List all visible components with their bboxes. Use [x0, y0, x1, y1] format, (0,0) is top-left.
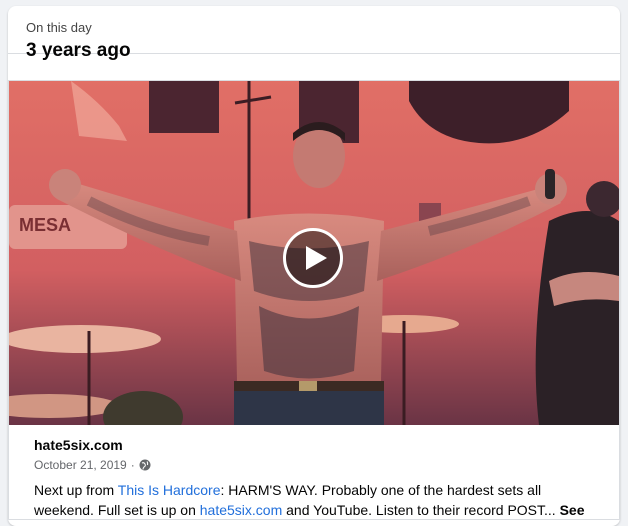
post-text-part3: and YouTube. Listen to their record POST…: [282, 502, 560, 518]
memory-card: On this day 3 years ago MESA hate5six.co…: [8, 6, 620, 526]
memory-label: On this day: [26, 20, 92, 35]
post-details: hate5six.com October 21, 2019 · Next up …: [34, 436, 604, 526]
play-button[interactable]: [283, 228, 343, 288]
stage-sign-text: MESA: [19, 215, 71, 235]
play-icon: [305, 246, 327, 270]
post-date[interactable]: October 21, 2019: [34, 458, 127, 472]
memory-title: 3 years ago: [26, 40, 131, 61]
shared-post: MESA hate5six.com October 21, 2019 · Nex…: [8, 80, 620, 526]
date-separator: ·: [130, 458, 135, 472]
website-link-hate5six[interactable]: hate5six.com: [200, 502, 282, 518]
video-thumbnail[interactable]: MESA: [9, 81, 619, 425]
post-site-name[interactable]: hate5six.com: [34, 436, 604, 454]
post-text-part1: Next up from: [34, 482, 118, 498]
post-date-row: October 21, 2019 ·: [34, 458, 604, 472]
post-text: Next up from This Is Hardcore: HARM'S WA…: [34, 480, 604, 526]
memory-header: On this day 3 years ago: [8, 6, 620, 61]
globe-icon: [139, 459, 151, 471]
page-link-this-is-hardcore[interactable]: This Is Hardcore: [118, 482, 221, 498]
